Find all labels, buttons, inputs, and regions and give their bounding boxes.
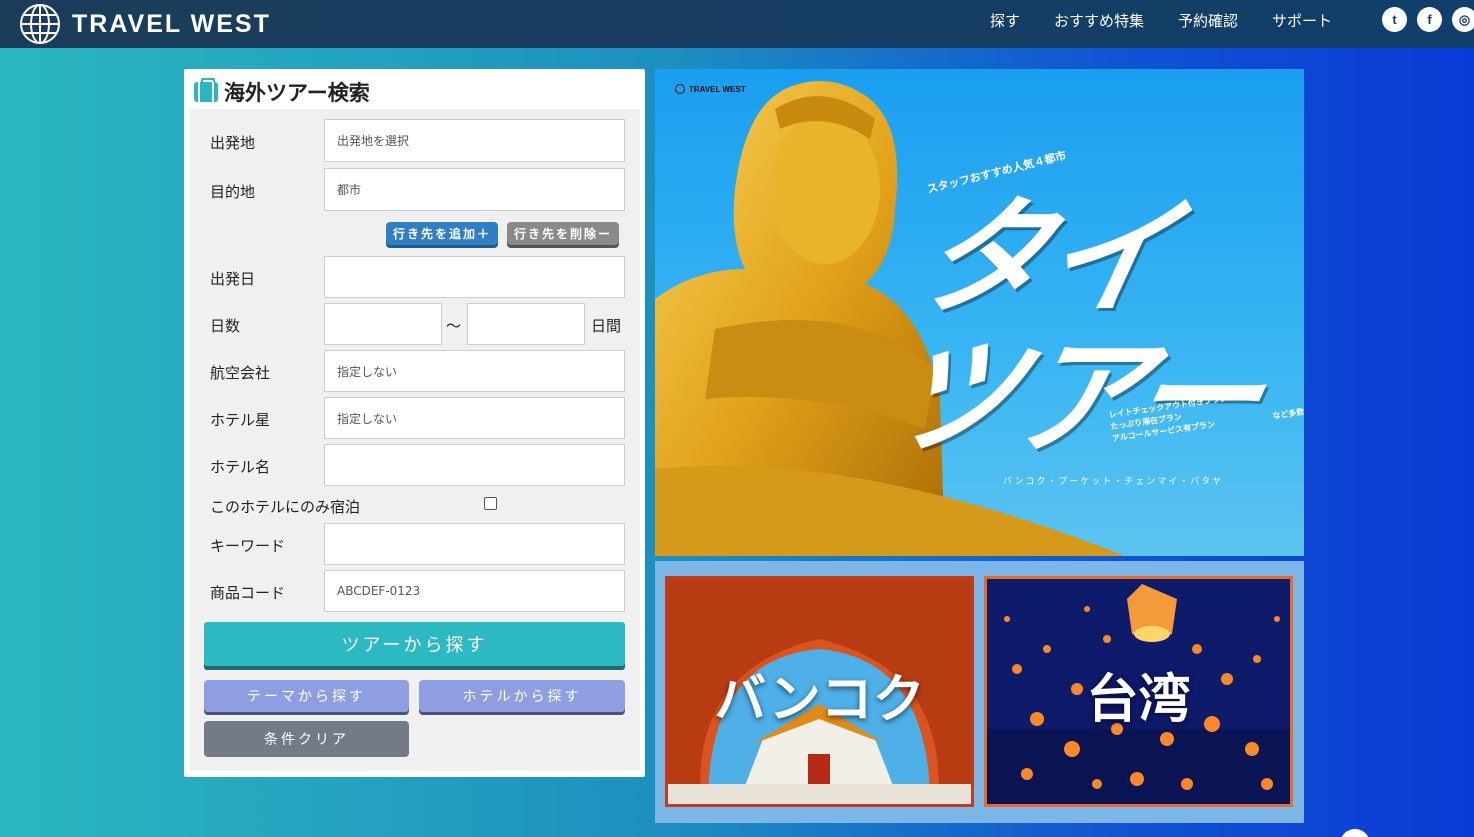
days-min-input[interactable] (324, 303, 442, 345)
site-header: TRAVEL WEST 探す おすすめ特集 予約確認 サポート t f ◎ (0, 0, 1474, 48)
destination-label: 目的地 (210, 183, 256, 201)
thailand-tour-banner[interactable]: TRAVEL WEST スタッフおすすめ人気４都市 タイ ツアー レイトチェック… (655, 69, 1304, 556)
search-tour-button[interactable]: ツアーから探す (204, 622, 625, 666)
airline-label: 航空会社 (210, 364, 271, 382)
banner-logo: TRAVEL WEST (675, 84, 746, 94)
suitcase-icon (194, 78, 218, 102)
tour-search-panel: 海外ツアー検索 出発地 出発地を選択 目的地 都市 行き先を追加＋ 行き先を削除… (184, 69, 645, 777)
clear-conditions-button[interactable]: 条件クリア (204, 721, 409, 757)
destination-input[interactable]: 都市 (324, 168, 625, 211)
days-unit: 日間 (591, 317, 622, 335)
scroll-top-button[interactable] (1340, 829, 1370, 837)
main-nav: 探す おすすめ特集 予約確認 サポート (990, 10, 1366, 31)
globe-icon (675, 84, 685, 94)
panel-title: 海外ツアー検索 (194, 77, 370, 107)
hotel-only-checkbox[interactable] (484, 497, 497, 510)
facebook-icon[interactable]: f (1417, 7, 1442, 32)
nav-reservation[interactable]: 予約確認 (1178, 10, 1238, 31)
search-form: 出発地 出発地を選択 目的地 都市 行き先を追加＋ 行き先を削除ー 出発日 日数… (190, 109, 640, 771)
instagram-icon[interactable]: ◎ (1452, 7, 1474, 32)
departure-label: 出発地 (210, 134, 256, 152)
keyword-label: キーワード (210, 537, 286, 555)
date-label: 出発日 (210, 270, 256, 288)
nav-support[interactable]: サポート (1272, 10, 1332, 31)
city-cards: バンコク 台湾 (655, 561, 1304, 823)
remove-destination-button[interactable]: 行き先を削除ー (507, 222, 619, 245)
keyword-input[interactable] (324, 523, 625, 565)
logo-text: TRAVEL WEST (72, 9, 271, 38)
bangkok-card[interactable]: バンコク (665, 576, 974, 807)
banner-title: タイ ツアー (876, 184, 1304, 473)
hotel-star-select[interactable]: 指定しない (324, 397, 625, 439)
hotel-name-label: ホテル名 (210, 458, 271, 476)
nav-features[interactable]: おすすめ特集 (1054, 10, 1144, 31)
nav-search[interactable]: 探す (990, 10, 1020, 31)
hotel-only-label: このホテルにのみ宿泊 (210, 498, 361, 516)
airline-select[interactable]: 指定しない (324, 350, 625, 392)
banner-logo-text: TRAVEL WEST (689, 84, 746, 94)
days-label: 日数 (210, 317, 241, 335)
taiwan-label: 台湾 (1086, 670, 1191, 730)
twitter-icon[interactable]: t (1382, 7, 1407, 32)
departure-select[interactable]: 出発地を選択 (324, 119, 625, 162)
product-code-input[interactable]: ABCDEF-0123 (324, 570, 625, 612)
add-destination-button[interactable]: 行き先を追加＋ (386, 222, 498, 245)
globe-icon (20, 4, 60, 44)
taiwan-card[interactable]: 台湾 (984, 576, 1293, 807)
days-separator: 〜 (446, 317, 462, 335)
hotel-name-input[interactable] (324, 444, 625, 486)
panel-title-text: 海外ツアー検索 (224, 81, 370, 105)
banner-cities: バンコク・プーケット・チェンマイ・パタヤ (1003, 477, 1224, 487)
bangkok-label: バンコク (714, 670, 925, 730)
hotel-star-label: ホテル星 (210, 411, 271, 429)
search-hotel-button[interactable]: ホテルから探す (419, 680, 625, 712)
days-max-input[interactable] (467, 303, 585, 345)
banner-title-line1: タイ (906, 184, 1186, 333)
search-theme-button[interactable]: テーマから探す (204, 680, 409, 712)
departure-date-input[interactable] (324, 256, 625, 298)
social-links: t f ◎ (1382, 7, 1474, 32)
product-code-label: 商品コード (210, 584, 286, 602)
site-logo[interactable]: TRAVEL WEST (20, 4, 271, 44)
